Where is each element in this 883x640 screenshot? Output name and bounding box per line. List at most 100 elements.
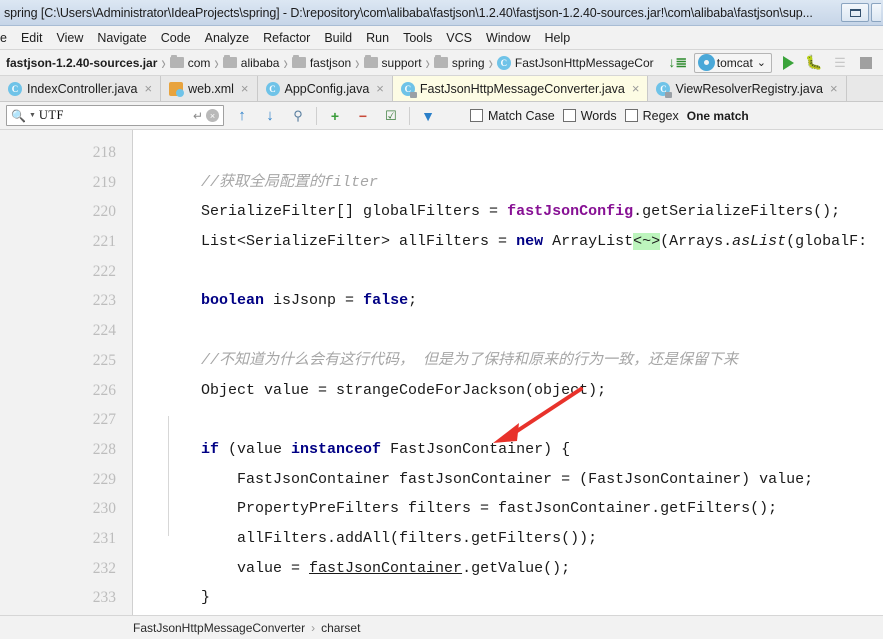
- search-result-status: One match: [686, 108, 749, 123]
- breadcrumb-jar-label: fastjson-1.2.40-sources.jar: [6, 55, 158, 70]
- code-token: }: [165, 589, 211, 607]
- code-line[interactable]: allFilters.addAll(filters.getFilters());: [133, 524, 883, 554]
- code-line[interactable]: PropertyPreFilters filters = fastJsonCon…: [133, 494, 883, 524]
- tab-app-config[interactable]: C AppConfig.java ×: [257, 76, 393, 101]
- line-number: 220: [92, 203, 116, 221]
- tab-index-controller[interactable]: C IndexController.java ×: [0, 76, 162, 101]
- code-line[interactable]: List<SerializeFilter> allFilters = new A…: [133, 227, 883, 257]
- menu-run[interactable]: Run: [359, 29, 396, 47]
- code-line[interactable]: [133, 613, 883, 615]
- code-token: //获取全局配置的filter: [201, 173, 379, 191]
- code-token: FastJsonContainer) {: [381, 440, 571, 458]
- chevron-down-icon[interactable]: ▼: [29, 112, 36, 119]
- tab-fastjson-http-message-converter[interactable]: C FastJsonHttpMessageConverter.java ×: [392, 76, 649, 101]
- code-line[interactable]: Object value = strangeCodeForJackson(obj…: [133, 376, 883, 406]
- breadcrumb-jar[interactable]: fastjson-1.2.40-sources.jar: [3, 56, 160, 70]
- find-previous-button[interactable]: ↑: [232, 106, 252, 126]
- toggle-occurrence-button[interactable]: ☑: [381, 106, 401, 126]
- filter-button[interactable]: ▼: [418, 106, 438, 126]
- download-sources-icon[interactable]: ↓≣: [668, 53, 688, 73]
- rerun-button[interactable]: ☰: [830, 53, 850, 73]
- code-token: //不知道为什么会有这行代码， 但是为了保持和原来的行为一致，还是保留下来: [201, 351, 739, 369]
- menu-help[interactable]: Help: [537, 29, 577, 47]
- tab-close-icon[interactable]: ×: [241, 81, 249, 96]
- tab-label: FastJsonHttpMessageConverter.java: [419, 81, 625, 96]
- status-breadcrumb-member[interactable]: charset: [321, 621, 360, 635]
- folder-icon: [291, 55, 306, 68]
- breadcrumb-spring[interactable]: spring: [431, 55, 488, 70]
- menu-view[interactable]: View: [50, 29, 91, 47]
- tab-close-icon[interactable]: ×: [830, 81, 838, 96]
- regex-checkbox[interactable]: Regex: [624, 109, 679, 123]
- code-line[interactable]: [133, 405, 883, 435]
- breadcrumb-class[interactable]: C FastJsonHttpMessageCor: [494, 55, 657, 70]
- line-number: 226: [92, 381, 116, 399]
- funnel-icon: ▼: [421, 107, 435, 124]
- breadcrumb-separator: ›: [355, 51, 360, 74]
- menu-file[interactable]: e: [0, 29, 14, 47]
- debug-button[interactable]: 🐛: [804, 53, 824, 73]
- code-line[interactable]: [133, 257, 883, 287]
- breadcrumb-fastjson-label: fastjson: [309, 55, 352, 70]
- breadcrumb-alibaba[interactable]: alibaba: [220, 55, 283, 70]
- breadcrumb-com[interactable]: com: [167, 55, 214, 70]
- tab-view-resolver-registry[interactable]: C ViewResolverRegistry.java ×: [648, 76, 847, 101]
- close-button-partial[interactable]: [871, 3, 881, 22]
- breadcrumb-support[interactable]: support: [361, 55, 425, 70]
- tab-close-icon[interactable]: ×: [376, 81, 384, 96]
- code-content[interactable]: //获取全局配置的filter SerializeFilter[] global…: [133, 130, 883, 615]
- menu-navigate[interactable]: Navigate: [90, 29, 153, 47]
- words-checkbox[interactable]: Words: [562, 108, 617, 123]
- code-line[interactable]: if (value instanceof FastJsonContainer) …: [133, 435, 883, 465]
- toolbar-divider: [316, 106, 317, 125]
- code-token: isJsonp =: [264, 292, 364, 310]
- stop-button[interactable]: [856, 53, 876, 73]
- code-token: SerializeFilter[] globalFilters =: [165, 203, 508, 221]
- tab-close-icon[interactable]: ×: [144, 81, 152, 96]
- match-case-checkbox[interactable]: Match Case: [470, 109, 555, 123]
- menu-edit[interactable]: Edit: [14, 29, 50, 47]
- line-number: 218: [92, 144, 116, 161]
- menu-analyze[interactable]: Analyze: [198, 29, 256, 47]
- menu-refactor[interactable]: Refactor: [256, 29, 317, 47]
- line-number: 228: [92, 440, 116, 458]
- code-line[interactable]: value = fastJsonContainer.getValue();: [133, 554, 883, 584]
- breadcrumb-fastjson[interactable]: fastjson: [289, 55, 354, 70]
- search-input-value: UTF: [38, 108, 65, 122]
- menu-window[interactable]: Window: [479, 29, 537, 47]
- breadcrumb-separator: ›: [488, 51, 493, 74]
- code-line[interactable]: [133, 316, 883, 346]
- code-line[interactable]: boolean isJsonp = false;: [133, 286, 883, 316]
- code-line[interactable]: //不知道为什么会有这行代码， 但是为了保持和原来的行为一致，还是保留下来: [133, 346, 883, 376]
- run-configuration-selector[interactable]: tomcat ⌄: [693, 52, 772, 73]
- search-input[interactable]: 🔍 ▼ UTF ↵ ×: [6, 105, 224, 126]
- add-occurrence-button[interactable]: +: [325, 106, 345, 126]
- code-token: asList: [732, 233, 787, 251]
- code-editor[interactable]: 218 219 220 221 222 223 224 225 226 227 …: [0, 130, 883, 615]
- menu-code[interactable]: Code: [154, 29, 198, 47]
- menu-vcs[interactable]: VCS: [439, 29, 479, 47]
- menu-tools[interactable]: Tools: [396, 29, 439, 47]
- find-next-button[interactable]: ↓: [260, 106, 280, 126]
- words-label: Words: [580, 108, 617, 123]
- code-line[interactable]: SerializeFilter[] globalFilters = fastJs…: [133, 197, 883, 227]
- java-class-icon: C: [8, 81, 22, 96]
- code-token: (globalF:: [786, 233, 868, 251]
- stop-icon: [860, 56, 872, 69]
- tab-close-icon[interactable]: ×: [632, 81, 640, 96]
- status-breadcrumb-class[interactable]: FastJsonHttpMessageConverter: [133, 621, 305, 635]
- code-line[interactable]: [133, 138, 883, 168]
- select-all-occurrences-icon[interactable]: ⚲: [288, 106, 308, 126]
- code-line[interactable]: }: [133, 583, 883, 613]
- tab-web-xml[interactable]: web.xml ×: [161, 76, 258, 101]
- remove-occurrence-button[interactable]: −: [353, 106, 373, 126]
- restore-button[interactable]: [841, 3, 869, 22]
- code-line[interactable]: //获取全局配置的filter: [133, 168, 883, 198]
- clear-search-icon[interactable]: ×: [206, 109, 219, 122]
- code-line[interactable]: FastJsonContainer fastJsonContainer = (F…: [133, 465, 883, 495]
- menu-build[interactable]: Build: [317, 29, 359, 47]
- run-button[interactable]: [778, 53, 798, 73]
- breadcrumb-separator: ›: [214, 51, 219, 74]
